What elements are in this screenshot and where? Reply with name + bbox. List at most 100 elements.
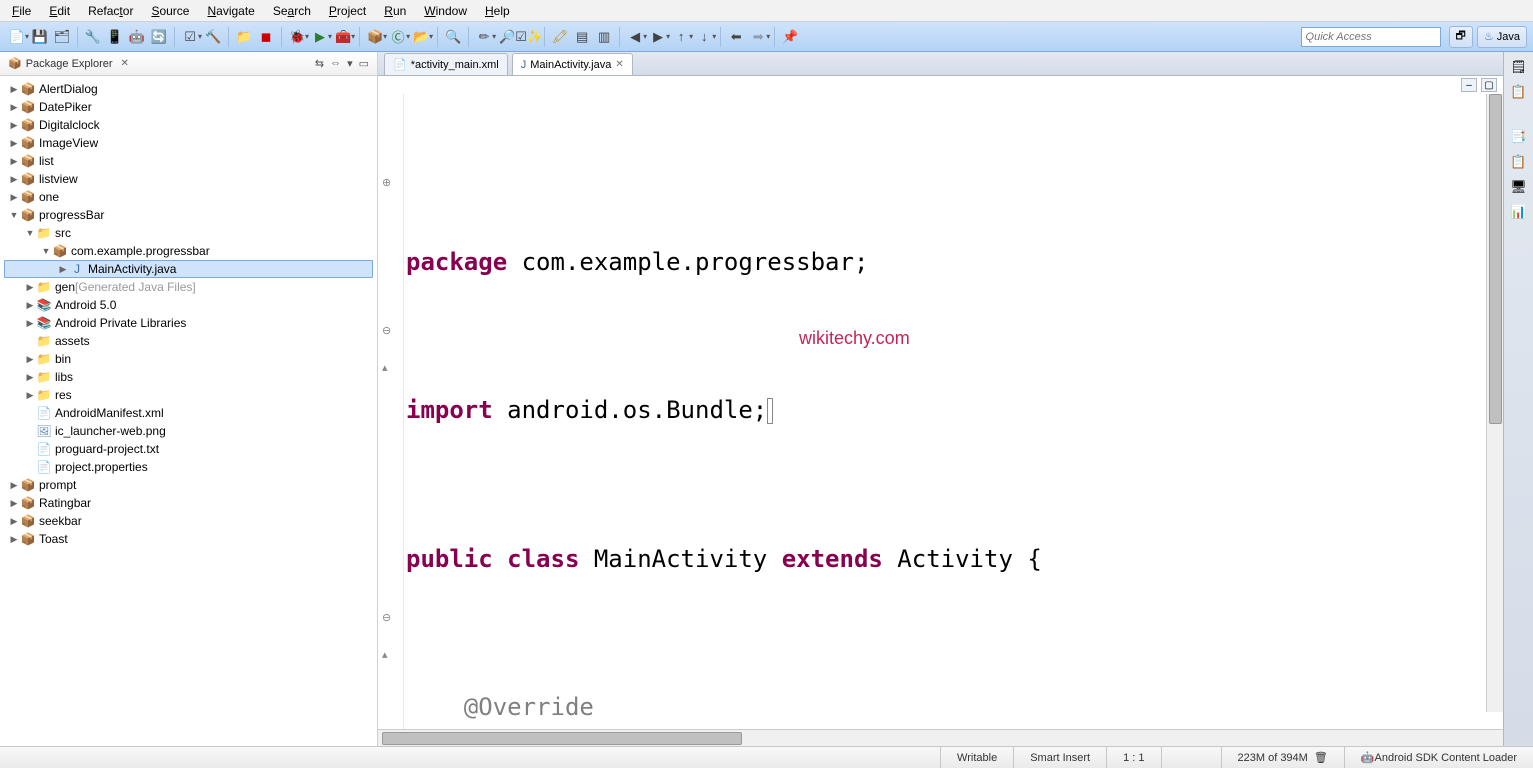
menu-help[interactable]: Help — [477, 2, 518, 20]
link-editor-icon[interactable]: ⇔ — [330, 57, 341, 70]
check-icon[interactable]: ☑ — [180, 27, 200, 47]
fwd-history-icon[interactable]: ▶ — [648, 27, 668, 47]
tree-item-assets[interactable]: 📁assets — [4, 332, 373, 350]
twisty-icon[interactable]: ▶ — [24, 282, 36, 293]
twisty-icon[interactable]: ▶ — [24, 300, 36, 311]
twisty-icon[interactable]: ▶ — [24, 390, 36, 401]
twisty-icon[interactable]: ▶ — [8, 120, 20, 131]
menu-file[interactable]: File — [4, 2, 39, 20]
external-tools-icon[interactable]: 🧰 — [333, 27, 353, 47]
tree-item-src[interactable]: ▼📁src — [4, 224, 373, 242]
menu-window[interactable]: Window — [416, 2, 475, 20]
logcat-icon[interactable]: 📊 — [1510, 203, 1528, 221]
editor-tab-mainactivity-java[interactable]: JMainActivity.java✕ — [512, 53, 633, 75]
collapse-all-icon[interactable]: ⇆ — [315, 57, 324, 70]
tree-item-project-properties[interactable]: 📄project.properties — [4, 458, 373, 476]
run-icon[interactable]: ▶ — [310, 27, 330, 47]
twisty-icon[interactable]: ▶ — [8, 534, 20, 545]
search-icon[interactable]: 🔍 — [443, 27, 463, 47]
tree-item-datepiker[interactable]: ▶📦DatePiker — [4, 98, 373, 116]
stop-icon[interactable]: ◼ — [256, 27, 276, 47]
nav-back-icon[interactable]: ⬅ — [726, 27, 746, 47]
minimize-icon[interactable]: ▭ — [359, 57, 369, 70]
tree-item-libs[interactable]: ▶📁libs — [4, 368, 373, 386]
twisty-icon[interactable]: ▶ — [24, 372, 36, 383]
tree-item-listview[interactable]: ▶📦listview — [4, 170, 373, 188]
close-icon[interactable]: ✕ — [615, 59, 623, 70]
console-icon[interactable]: 🖥 — [1510, 178, 1528, 196]
save-all-icon[interactable]: 🗂 — [52, 27, 72, 47]
tree-item-bin[interactable]: ▶📁bin — [4, 350, 373, 368]
twisty-icon[interactable]: ▼ — [8, 210, 20, 220]
twisty-icon[interactable]: ▶ — [24, 318, 36, 329]
open-perspective-button[interactable]: 🗗 — [1449, 26, 1473, 48]
debug-icon[interactable]: 🐞 — [287, 27, 307, 47]
tree-item-androidmanifest-xml[interactable]: 📄AndroidManifest.xml — [4, 404, 373, 422]
build-icon[interactable]: 🔨 — [203, 27, 223, 47]
back-history-icon[interactable]: ◀ — [625, 27, 645, 47]
maximize-icon[interactable]: ▢ — [1481, 78, 1497, 92]
tree-item-list[interactable]: ▶📦list — [4, 152, 373, 170]
marker-icon[interactable]: ✏ — [474, 27, 494, 47]
tree-item-toast[interactable]: ▶📦Toast — [4, 530, 373, 548]
twisty-icon[interactable]: ▶ — [8, 192, 20, 203]
wand-search-icon[interactable]: 🔎 — [497, 27, 517, 47]
tree-item-mainactivity-java[interactable]: ▶JMainActivity.java — [4, 260, 373, 278]
menu-search[interactable]: Search — [265, 2, 319, 20]
down-icon[interactable]: ↓ — [694, 27, 714, 47]
tasks-icon[interactable]: 📑 — [1510, 128, 1528, 146]
new-folder-icon[interactable]: 📂 — [411, 27, 431, 47]
twisty-icon[interactable]: ▶ — [8, 138, 20, 149]
new-class-icon[interactable]: Ⓒ — [388, 27, 408, 47]
menu-source[interactable]: Source — [143, 2, 197, 20]
twisty-icon[interactable]: ▶ — [8, 156, 20, 167]
toggle-editor-icon[interactable]: ▤ — [572, 27, 592, 47]
fold-expand-icon[interactable]: ⊕ — [382, 176, 391, 189]
twisty-icon[interactable]: ▶ — [24, 354, 36, 365]
twisty-icon[interactable]: ▶ — [8, 102, 20, 113]
highlight-icon[interactable]: 🖍 — [550, 27, 570, 47]
problems-icon[interactable]: 📋 — [1510, 153, 1528, 171]
code-editor[interactable]: wikitechy.com package com.example.progre… — [404, 94, 1503, 729]
tree-item-ic-launcher-web-png[interactable]: 🖼ic_launcher-web.png — [4, 422, 373, 440]
tree-item-progressbar[interactable]: ▼📦progressBar — [4, 206, 373, 224]
tree-item-res[interactable]: ▶📁res — [4, 386, 373, 404]
outline2-icon[interactable]: 📋 — [1510, 83, 1528, 101]
horizontal-scrollbar[interactable] — [378, 729, 1503, 746]
toggle-outline-icon[interactable]: ▥ — [594, 27, 614, 47]
tree-item-imageview[interactable]: ▶📦ImageView — [4, 134, 373, 152]
close-icon[interactable]: ✕ — [121, 58, 129, 69]
fold-collapse-icon[interactable]: ⊖ — [382, 611, 391, 624]
up-icon[interactable]: ↑ — [671, 27, 691, 47]
tree-item-gen[interactable]: ▶📁gen [Generated Java Files] — [4, 278, 373, 296]
fold-up-icon[interactable]: ▴ — [382, 648, 388, 661]
trash-icon[interactable]: 🗑 — [1314, 751, 1328, 764]
java-perspective-button[interactable]: ♨Java — [1477, 26, 1527, 48]
outline-icon[interactable]: 🗒 — [1510, 58, 1528, 76]
tree-item-android-private-libraries[interactable]: ▶📚Android Private Libraries — [4, 314, 373, 332]
device-icon[interactable]: 📱 — [105, 27, 125, 47]
menu-edit[interactable]: Edit — [41, 2, 78, 20]
folder-icon[interactable]: 📁 — [234, 27, 254, 47]
pin-icon[interactable]: 📌 — [780, 27, 800, 47]
wizard-icon[interactable]: 🔧 — [83, 27, 103, 47]
fold-up-icon[interactable]: ▴ — [382, 361, 388, 374]
chevron-down-icon[interactable]: ▾ — [347, 57, 353, 70]
sync-icon[interactable]: 🔄 — [149, 27, 169, 47]
project-tree[interactable]: ▶📦AlertDialog▶📦DatePiker▶📦Digitalclock▶📦… — [0, 76, 377, 746]
menu-refactor[interactable]: Refactor — [80, 2, 141, 20]
chevron-down-icon[interactable]: ▾ — [25, 32, 29, 41]
tree-item-com-example-progressbar[interactable]: ▼📦com.example.progressbar — [4, 242, 373, 260]
fold-collapse-icon[interactable]: ⊖ — [382, 324, 391, 337]
menu-project[interactable]: Project — [321, 2, 374, 20]
twisty-icon[interactable]: ▶ — [8, 480, 20, 491]
twisty-icon[interactable]: ▼ — [24, 228, 36, 238]
menu-navigate[interactable]: Navigate — [199, 2, 262, 20]
tree-item-prompt[interactable]: ▶📦prompt — [4, 476, 373, 494]
tree-item-digitalclock[interactable]: ▶📦Digitalclock — [4, 116, 373, 134]
new-icon[interactable]: 📄 — [7, 27, 27, 47]
save-icon[interactable]: 💾 — [30, 27, 50, 47]
twisty-icon[interactable]: ▶ — [8, 174, 20, 185]
tree-item-alertdialog[interactable]: ▶📦AlertDialog — [4, 80, 373, 98]
tree-item-one[interactable]: ▶📦one — [4, 188, 373, 206]
